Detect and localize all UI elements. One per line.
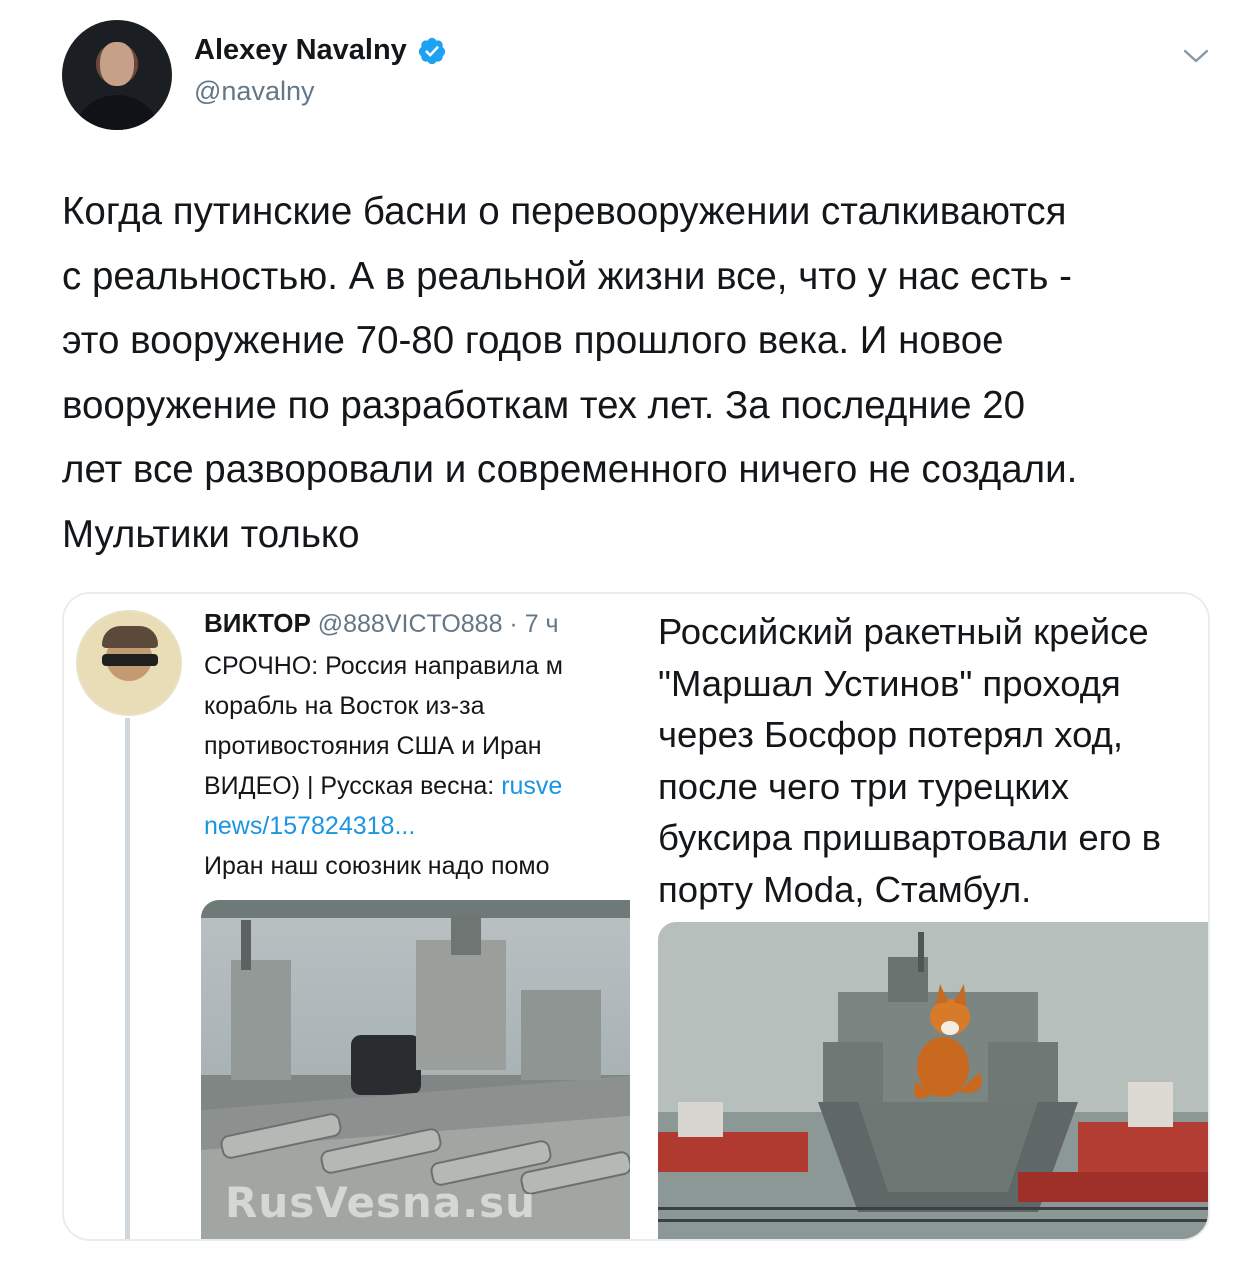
ship-photo-left: RusVesna.su (201, 900, 630, 1239)
quoted-link-part1: rusve (501, 772, 563, 800)
tweet-line: Мультики только (62, 512, 360, 556)
quoted-separator: · (502, 610, 525, 638)
quoted-name: ВИКТОР (204, 608, 311, 638)
quoted-last-line: Иран наш союзник надо помо (204, 852, 550, 880)
chevron-down-icon[interactable] (1182, 46, 1210, 66)
quoted-avatar (76, 610, 182, 716)
tweet-line: с реальностью. А в реальной жизни все, ч… (62, 254, 1073, 298)
avatar-glasses (102, 654, 158, 666)
thread-line (125, 718, 130, 1239)
news-line: после чего три турецких (658, 765, 1069, 807)
author-name-row: Alexey Navalny (194, 34, 447, 67)
ship-photo-right-art (658, 922, 1208, 1239)
news-line: "Маршал Устинов" проходя (658, 662, 1121, 704)
author-handle[interactable]: @navalny (194, 76, 314, 107)
verified-badge-icon (418, 37, 445, 64)
quoted-header: ВИКТОР @888VICTO888 · 7 ч (204, 608, 559, 639)
ship-photo-right (658, 922, 1208, 1239)
quoted-line: противостояния США и Иран (204, 732, 542, 760)
tweet-line: это вооружение 70-80 годов прошлого века… (62, 319, 1004, 362)
news-caption: Российский ракетный крейсе "Маршал Устин… (658, 606, 1208, 915)
avatar-face (100, 42, 134, 86)
quoted-time: 7 ч (524, 610, 559, 638)
tweet-text: Когда путинские басни о перевооружении с… (62, 180, 1222, 567)
author-display-name[interactable]: Alexey Navalny (194, 34, 407, 67)
media-image-right[interactable]: Российский ракетный крейсе "Маршал Устин… (642, 594, 1208, 1239)
tweet-media[interactable]: ВИКТОР @888VICTO888 · 7 ч СРОЧНО: Россия… (62, 592, 1210, 1241)
quoted-line: корабль на Восток из-за (204, 692, 485, 720)
media-image-left[interactable]: ВИКТОР @888VICTO888 · 7 ч СРОЧНО: Россия… (64, 594, 630, 1239)
news-line: через Босфор потерял ход, (658, 714, 1124, 755)
media-divider (630, 594, 642, 1239)
quoted-line-text: ВИДЕО) | Русская весна: (204, 772, 502, 800)
avatar-suit (72, 95, 162, 130)
author-avatar[interactable] (62, 20, 172, 130)
watermark: RusVesna.su (225, 1178, 537, 1227)
quoted-handle: @888VICTO888 (317, 610, 503, 638)
news-line: Российский ракетный крейсе (658, 611, 1149, 652)
quoted-line-with-link: ВИДЕО) | Русская весна: rusve (204, 766, 630, 806)
tweet-line: вооружение по разработкам тех лет. За по… (62, 383, 1026, 427)
tweet-line: лет все разворовали и современного ничег… (62, 448, 1078, 491)
quoted-body: СРОЧНО: Россия направила м корабль на Во… (204, 646, 630, 886)
quoted-line: СРОЧНО: Россия направила м (204, 652, 563, 680)
news-line: буксира пришвартовали его в (658, 817, 1161, 858)
avatar-hair (102, 626, 158, 648)
quoted-link-part2: news/157824318... (204, 812, 416, 840)
news-line: порту Moda, Стамбул. (658, 868, 1032, 910)
tweet-line: Когда путинские басни о перевооружении с… (62, 190, 1067, 233)
